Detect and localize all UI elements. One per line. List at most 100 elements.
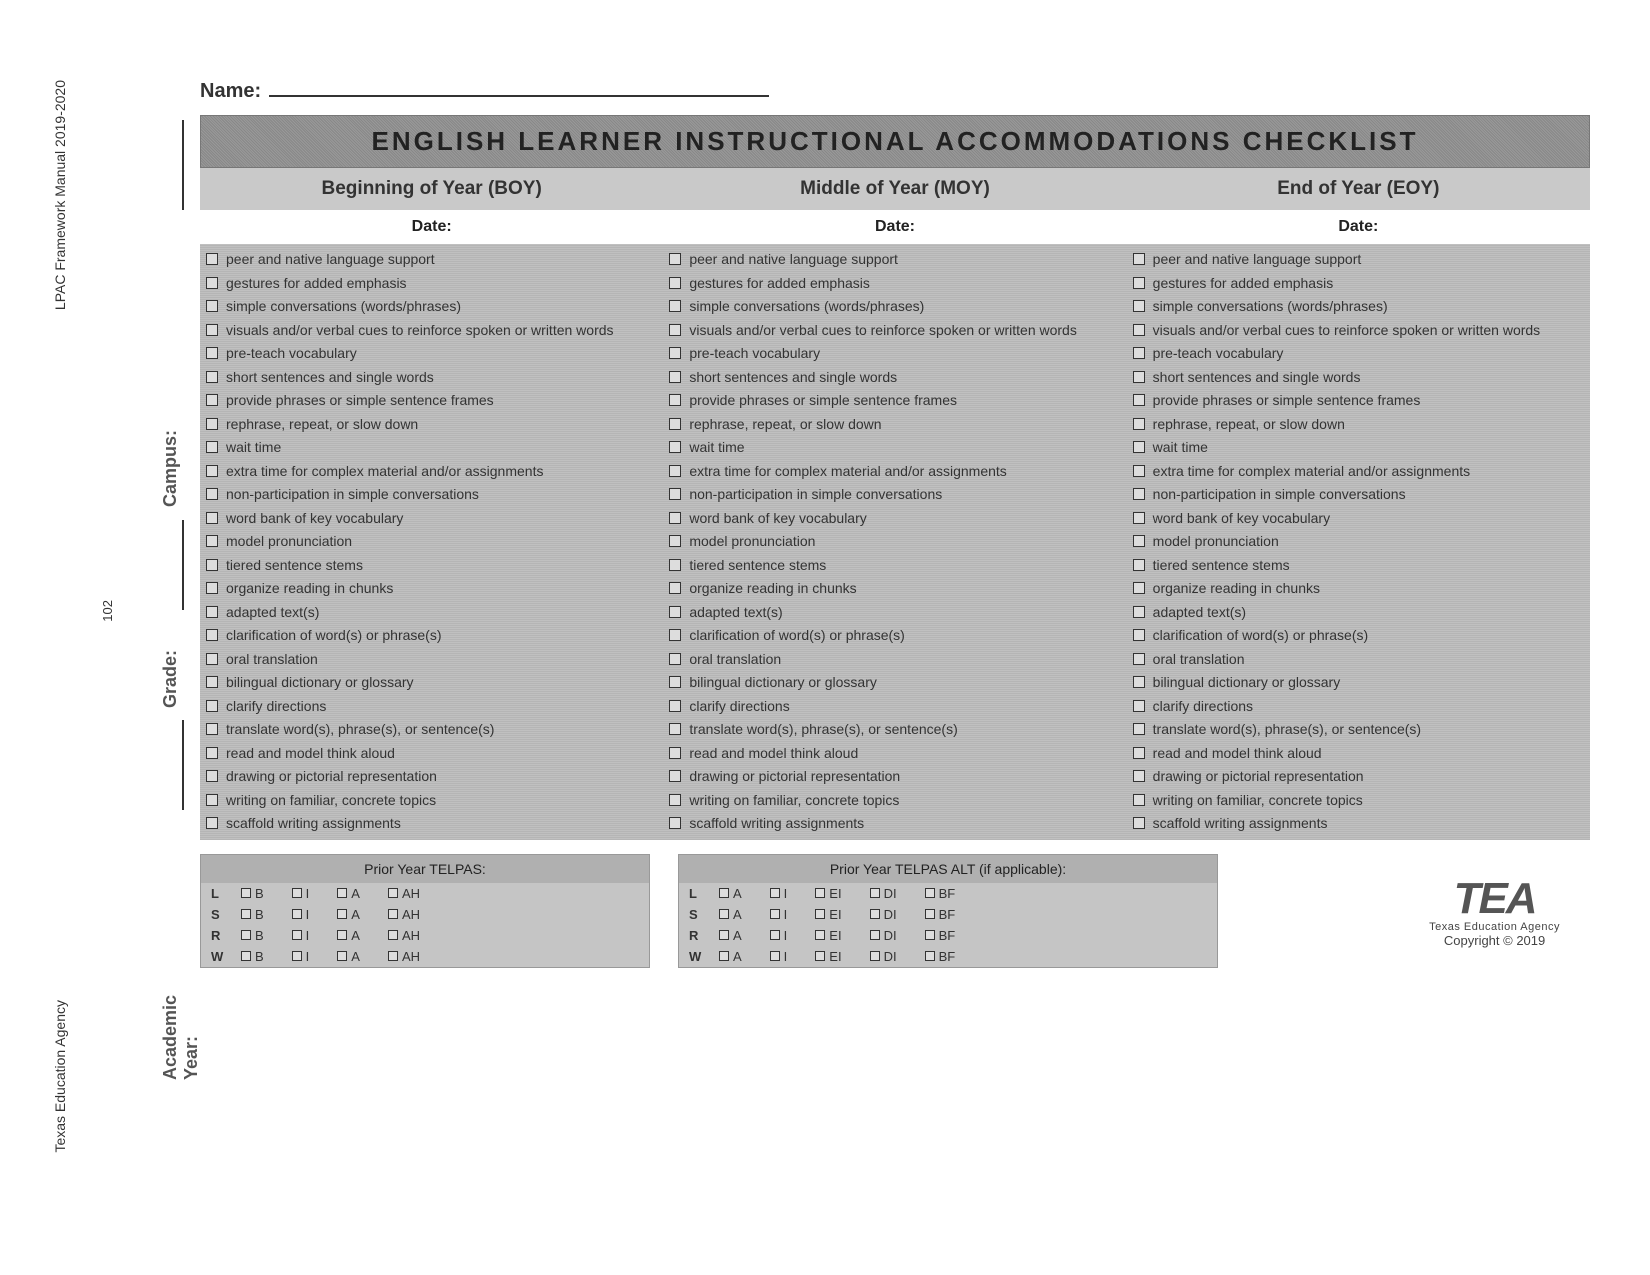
checkbox[interactable] (388, 909, 398, 919)
checkbox[interactable] (206, 676, 218, 688)
checkbox[interactable] (669, 488, 681, 500)
checkbox[interactable] (770, 909, 780, 919)
checkbox[interactable] (292, 909, 302, 919)
checkbox[interactable] (206, 394, 218, 406)
checkbox[interactable] (206, 723, 218, 735)
checkbox[interactable] (669, 817, 681, 829)
checkbox[interactable] (1133, 582, 1145, 594)
checkbox[interactable] (206, 371, 218, 383)
checkbox[interactable] (1133, 817, 1145, 829)
checkbox[interactable] (770, 930, 780, 940)
checkbox[interactable] (388, 930, 398, 940)
checkbox[interactable] (206, 629, 218, 641)
checkbox[interactable] (206, 512, 218, 524)
checkbox[interactable] (206, 418, 218, 430)
checkbox[interactable] (669, 465, 681, 477)
checkbox[interactable] (719, 888, 729, 898)
checkbox[interactable] (1133, 394, 1145, 406)
checkbox[interactable] (206, 277, 218, 289)
checkbox[interactable] (337, 930, 347, 940)
checkbox[interactable] (669, 770, 681, 782)
checkbox[interactable] (292, 951, 302, 961)
checkbox[interactable] (206, 347, 218, 359)
checkbox[interactable] (206, 324, 218, 336)
checkbox[interactable] (669, 559, 681, 571)
checkbox[interactable] (1133, 629, 1145, 641)
checkbox[interactable] (206, 653, 218, 665)
checkbox[interactable] (669, 747, 681, 759)
checkbox[interactable] (669, 606, 681, 618)
checkbox[interactable] (1133, 300, 1145, 312)
checkbox[interactable] (1133, 747, 1145, 759)
checkbox[interactable] (206, 817, 218, 829)
checkbox[interactable] (388, 888, 398, 898)
checkbox[interactable] (719, 909, 729, 919)
checkbox[interactable] (206, 441, 218, 453)
checkbox[interactable] (1133, 535, 1145, 547)
checkbox[interactable] (669, 794, 681, 806)
checkbox[interactable] (669, 700, 681, 712)
checkbox[interactable] (770, 951, 780, 961)
checkbox[interactable] (669, 324, 681, 336)
checkbox[interactable] (1133, 371, 1145, 383)
checkbox[interactable] (719, 951, 729, 961)
checkbox[interactable] (337, 888, 347, 898)
checkbox[interactable] (669, 653, 681, 665)
checkbox[interactable] (669, 418, 681, 430)
checkbox[interactable] (1133, 606, 1145, 618)
checkbox[interactable] (669, 582, 681, 594)
checkbox[interactable] (1133, 347, 1145, 359)
checkbox[interactable] (669, 535, 681, 547)
checkbox[interactable] (870, 930, 880, 940)
checkbox[interactable] (925, 909, 935, 919)
checkbox[interactable] (337, 951, 347, 961)
checkbox[interactable] (206, 770, 218, 782)
checkbox[interactable] (1133, 418, 1145, 430)
checkbox[interactable] (337, 909, 347, 919)
checkbox[interactable] (206, 300, 218, 312)
checkbox[interactable] (1133, 253, 1145, 265)
checkbox[interactable] (925, 930, 935, 940)
checkbox[interactable] (206, 535, 218, 547)
checkbox[interactable] (206, 582, 218, 594)
checkbox[interactable] (292, 930, 302, 940)
checkbox[interactable] (815, 909, 825, 919)
checkbox[interactable] (206, 559, 218, 571)
checkbox[interactable] (1133, 723, 1145, 735)
checkbox[interactable] (925, 951, 935, 961)
checkbox[interactable] (815, 951, 825, 961)
checkbox[interactable] (1133, 441, 1145, 453)
checkbox[interactable] (669, 277, 681, 289)
checkbox[interactable] (1133, 700, 1145, 712)
checkbox[interactable] (719, 930, 729, 940)
checkbox[interactable] (770, 888, 780, 898)
checkbox[interactable] (1133, 559, 1145, 571)
checkbox[interactable] (1133, 512, 1145, 524)
checkbox[interactable] (1133, 324, 1145, 336)
checkbox[interactable] (206, 465, 218, 477)
checkbox[interactable] (1133, 488, 1145, 500)
checkbox[interactable] (1133, 277, 1145, 289)
checkbox[interactable] (925, 888, 935, 898)
checkbox[interactable] (241, 930, 251, 940)
checkbox[interactable] (669, 394, 681, 406)
checkbox[interactable] (815, 888, 825, 898)
checkbox[interactable] (206, 253, 218, 265)
checkbox[interactable] (388, 951, 398, 961)
checkbox[interactable] (1133, 794, 1145, 806)
checkbox[interactable] (241, 888, 251, 898)
checkbox[interactable] (1133, 465, 1145, 477)
checkbox[interactable] (206, 747, 218, 759)
checkbox[interactable] (1133, 770, 1145, 782)
name-input-line[interactable] (269, 75, 769, 97)
checkbox[interactable] (669, 676, 681, 688)
checkbox[interactable] (669, 300, 681, 312)
checkbox[interactable] (206, 700, 218, 712)
checkbox[interactable] (241, 909, 251, 919)
checkbox[interactable] (870, 951, 880, 961)
checkbox[interactable] (669, 629, 681, 641)
checkbox[interactable] (669, 723, 681, 735)
checkbox[interactable] (815, 930, 825, 940)
checkbox[interactable] (669, 512, 681, 524)
checkbox[interactable] (669, 347, 681, 359)
